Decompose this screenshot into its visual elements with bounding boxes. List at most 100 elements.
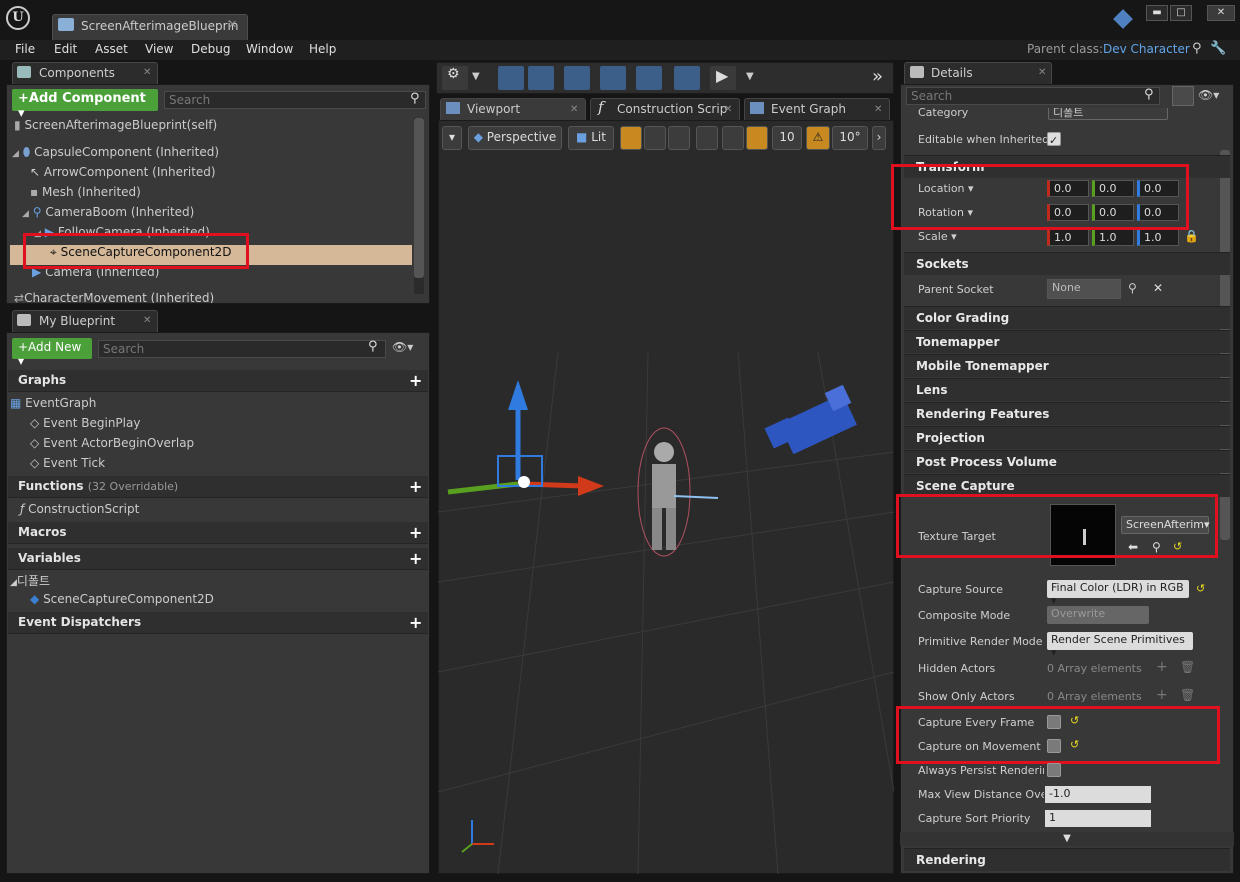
tree-item-mesh[interactable]: ▪ Mesh (Inherited): [30, 185, 141, 205]
trash-icon[interactable]: 🗑: [1180, 660, 1195, 674]
class-defaults-button[interactable]: [636, 66, 662, 90]
components-search-input[interactable]: Search: [164, 91, 426, 109]
scale-label[interactable]: Scale ▾: [918, 230, 957, 254]
section-mobile-tonemapper[interactable]: Mobile Tonemapper: [904, 354, 1230, 377]
parent-class-link[interactable]: Dev Character: [1103, 42, 1190, 56]
add-dispatcher-icon[interactable]: +: [409, 613, 422, 632]
document-tab[interactable]: ScreenAfterimageBlueprin: [52, 14, 248, 40]
composite-mode-dropdown[interactable]: Overwrite: [1047, 606, 1149, 624]
maximize-button[interactable]: □: [1170, 5, 1192, 21]
tree-item-event[interactable]: ◇ Event Tick: [30, 456, 105, 476]
section-functions[interactable]: Functions (32 Overridable): [8, 476, 428, 498]
add-macro-icon[interactable]: +: [409, 523, 422, 542]
add-element-icon[interactable]: +: [1156, 687, 1168, 703]
section-sockets[interactable]: Sockets: [904, 252, 1230, 275]
menu-edit[interactable]: Edit: [54, 42, 77, 56]
expand-arrow-icon[interactable]: ◢: [10, 578, 17, 588]
blueprint-search-input[interactable]: Search: [98, 340, 386, 358]
section-color-grading[interactable]: Color Grading: [904, 306, 1230, 329]
tab-my-blueprint[interactable]: My Blueprint: [12, 310, 158, 332]
tree-item-variable[interactable]: ◆ SceneCaptureComponent2D: [30, 592, 214, 612]
tree-item-cameraboom[interactable]: ◢ ⚲ CameraBoom (Inherited): [22, 205, 194, 225]
perspective-button[interactable]: ◆ Perspective: [468, 126, 562, 150]
translate-mode-button[interactable]: [620, 126, 642, 150]
persist-rendering-checkbox[interactable]: [1047, 763, 1061, 777]
grid-snap-value[interactable]: 10: [772, 126, 802, 150]
find-in-browser-button[interactable]: [528, 66, 554, 90]
details-search-input[interactable]: Search: [906, 87, 1160, 105]
viewport-overflow-button[interactable]: ›: [872, 126, 886, 150]
tab-details[interactable]: Details: [904, 62, 1052, 84]
advanced-expander[interactable]: ▼: [900, 832, 1234, 846]
eye-visibility-icon[interactable]: 👁▾: [1198, 88, 1219, 102]
add-component-button[interactable]: +Add Component ▾: [12, 89, 158, 121]
add-function-icon[interactable]: +: [409, 477, 422, 496]
scale-z-field[interactable]: 1.0: [1137, 229, 1179, 246]
section-variables[interactable]: Variables: [8, 548, 428, 570]
max-view-distance-field[interactable]: -1.0: [1045, 786, 1151, 803]
property-matrix-button[interactable]: [1172, 86, 1194, 106]
viewport-options-button[interactable]: ▾: [442, 126, 462, 150]
tree-item-construction[interactable]: ƒ ConstructionScript: [20, 502, 139, 522]
tab-components[interactable]: Components: [12, 62, 158, 84]
close-tab-icon[interactable]: ✕: [724, 104, 732, 115]
section-graphs[interactable]: Graphs: [8, 370, 428, 392]
wrench-icon[interactable]: 🔧: [1210, 41, 1226, 56]
surface-snap-button[interactable]: [722, 126, 744, 150]
chevron-down-icon[interactable]: ▼: [746, 71, 754, 82]
character-mesh[interactable]: [637, 427, 719, 557]
clear-icon[interactable]: ✕: [1153, 281, 1163, 295]
trash-icon[interactable]: 🗑: [1180, 688, 1195, 702]
rotation-snap-toggle[interactable]: ⚠: [806, 126, 830, 150]
tree-item-event[interactable]: ◇ Event BeginPlay: [30, 416, 140, 436]
category-dropdown[interactable]: 디폴트: [1048, 108, 1168, 120]
tree-item-arrow[interactable]: ↖ ArrowComponent (Inherited): [30, 165, 216, 185]
tree-item-eventgraph[interactable]: ▦ EventGraph: [10, 396, 96, 416]
tree-item-var-category[interactable]: ◢디폴트: [10, 572, 50, 592]
tree-item-self[interactable]: ▮ ScreenAfterimageBlueprint(self): [14, 118, 217, 138]
find-button[interactable]: [564, 66, 590, 90]
menu-file[interactable]: File: [15, 42, 35, 56]
rotation-snap-value[interactable]: 10°: [832, 126, 868, 150]
sort-priority-field[interactable]: 1: [1045, 810, 1151, 827]
eye-visibility-icon[interactable]: 👁▾: [392, 340, 413, 354]
class-settings-button[interactable]: [600, 66, 626, 90]
menu-window[interactable]: Window: [246, 42, 293, 56]
save-button[interactable]: [498, 66, 524, 90]
simulation-button[interactable]: [674, 66, 700, 90]
expand-arrow-icon[interactable]: ◢: [12, 149, 19, 159]
camera-mesh[interactable]: [764, 384, 857, 455]
chevron-down-icon[interactable]: ▼: [472, 71, 480, 82]
rotate-mode-button[interactable]: [644, 126, 666, 150]
lit-button[interactable]: ■ Lit: [568, 126, 614, 150]
scale-y-field[interactable]: 1.0: [1092, 229, 1134, 246]
close-window-button[interactable]: ✕: [1207, 5, 1235, 21]
section-lens[interactable]: Lens: [904, 378, 1230, 401]
menu-debug[interactable]: Debug: [191, 42, 230, 56]
unreal-logo-icon[interactable]: U: [6, 6, 30, 30]
section-post-process[interactable]: Post Process Volume: [904, 450, 1230, 473]
minimize-button[interactable]: ▬: [1146, 5, 1168, 21]
tree-item-capsule[interactable]: ◢ ⬮ CapsuleComponent (Inherited): [12, 145, 219, 165]
capture-source-dropdown[interactable]: Final Color (LDR) in RGB ▾: [1047, 580, 1189, 607]
expand-arrow-icon[interactable]: ◢: [22, 209, 29, 219]
transform-gizmo[interactable]: [447, 380, 604, 496]
compile-button[interactable]: ⚙: [442, 66, 468, 90]
play-button[interactable]: ▶: [710, 66, 736, 90]
close-tab-icon[interactable]: ✕: [874, 104, 882, 115]
tab-viewport[interactable]: Viewport: [440, 98, 586, 120]
menu-view[interactable]: View: [145, 42, 173, 56]
section-dispatchers[interactable]: Event Dispatchers: [8, 612, 428, 634]
scale-x-field[interactable]: 1.0: [1047, 229, 1089, 246]
tab-construction-script[interactable]: Construction Scrip: [590, 98, 740, 120]
components-scrollbar[interactable]: [414, 118, 424, 294]
close-tab-icon[interactable]: ✕: [143, 67, 151, 78]
lock-icon[interactable]: 🔒: [1184, 229, 1199, 243]
search-icon[interactable]: ⚲: [1192, 41, 1202, 56]
parent-socket-field[interactable]: None: [1047, 279, 1121, 299]
close-tab-icon[interactable]: ✕: [570, 104, 578, 115]
add-variable-icon[interactable]: +: [409, 549, 422, 568]
scale-mode-button[interactable]: [668, 126, 690, 150]
tree-item-event[interactable]: ◇ Event ActorBeginOverlap: [30, 436, 194, 456]
close-tab-icon[interactable]: ✕: [143, 315, 151, 326]
